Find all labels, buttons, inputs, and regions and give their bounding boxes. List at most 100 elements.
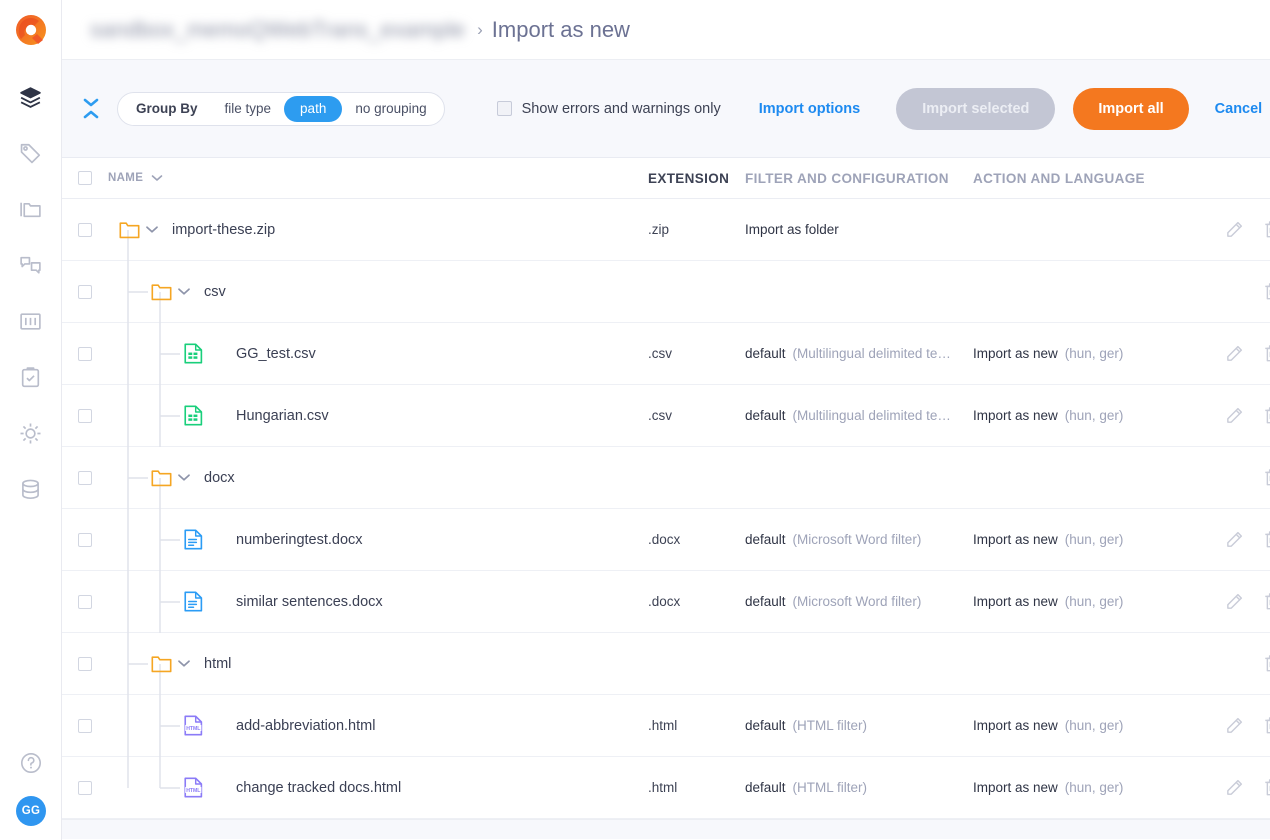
group-by-option-path[interactable]: path: [284, 96, 342, 122]
row-tools: [1223, 653, 1270, 675]
row-delete-trash-icon[interactable]: [1261, 467, 1270, 489]
row-checkbox[interactable]: [78, 223, 92, 237]
row-edit-pencil-icon[interactable]: [1223, 343, 1245, 365]
row-filter-main: default: [745, 780, 786, 795]
table-row[interactable]: csv: [62, 261, 1270, 323]
row-edit-pencil-icon[interactable]: [1223, 405, 1245, 427]
sidebar-item-tasks[interactable]: [14, 360, 48, 394]
table-row[interactable]: GG_test.csv.csvdefault(Multilingual deli…: [62, 323, 1270, 385]
row-checkbox[interactable]: [78, 719, 92, 733]
row-edit-pencil-icon[interactable]: [1223, 777, 1245, 799]
row-action-language[interactable]: Import as new(hun, ger): [973, 718, 1223, 733]
row-expand-chevron-down-icon[interactable]: [172, 287, 196, 296]
table-row[interactable]: docx: [62, 447, 1270, 509]
row-filter-config[interactable]: default (Multilingual delimited te…: [745, 408, 973, 423]
row-checkbox[interactable]: [78, 781, 92, 795]
show-errors-checkbox-row[interactable]: Show errors and warnings only: [497, 101, 721, 117]
name-cell: docx: [108, 447, 648, 508]
row-delete-trash-icon[interactable]: [1261, 343, 1270, 365]
row-checkbox[interactable]: [78, 533, 92, 547]
row-action-language[interactable]: Import as new(hun, ger): [973, 780, 1223, 795]
row-select-cell: [62, 471, 108, 485]
row-action-language[interactable]: Import as new(hun, ger): [973, 532, 1223, 547]
row-checkbox[interactable]: [78, 347, 92, 361]
row-checkbox[interactable]: [78, 409, 92, 423]
memoq-logo[interactable]: [13, 12, 49, 48]
svg-text:HTML: HTML: [186, 726, 200, 732]
show-errors-checkbox[interactable]: [497, 101, 512, 116]
sidebar-item-projects[interactable]: [14, 80, 48, 114]
row-extension: .csv: [648, 408, 745, 423]
row-action-language[interactable]: Import as new(hun, ger): [973, 594, 1223, 609]
row-action-language[interactable]: Import as new(hun, ger): [973, 408, 1223, 423]
row-edit-pencil-icon[interactable]: [1223, 219, 1245, 241]
row-delete-trash-icon[interactable]: [1261, 529, 1270, 551]
row-filter-config[interactable]: default(Microsoft Word filter): [745, 532, 973, 547]
name-cell: similar sentences.docx: [108, 571, 648, 632]
row-expand-chevron-down-icon[interactable]: [140, 225, 164, 234]
row-action-language[interactable]: Import as new(hun, ger): [973, 346, 1223, 361]
row-delete-trash-icon[interactable]: [1261, 653, 1270, 675]
row-delete-trash-icon[interactable]: [1261, 219, 1270, 241]
import-options-button[interactable]: Import options: [759, 101, 861, 117]
sidebar-item-discussions[interactable]: [14, 248, 48, 282]
name-cell: HTMLchange tracked docs.html: [108, 757, 648, 818]
row-tools: [1223, 405, 1270, 427]
csv-file-icon: [182, 405, 204, 427]
row-filter-sub: (HTML filter): [793, 718, 868, 733]
sidebar-item-storage[interactable]: [14, 472, 48, 506]
row-filter-config[interactable]: default(HTML filter): [745, 718, 973, 733]
row-filter-config[interactable]: default(Multilingual delimited te…: [745, 346, 973, 361]
avatar[interactable]: GG: [16, 796, 46, 826]
table-row[interactable]: HTMLchange tracked docs.html.htmldefault…: [62, 757, 1270, 819]
select-all-checkbox[interactable]: [78, 171, 92, 185]
sidebar-item-settings[interactable]: [14, 416, 48, 450]
avatar-initials: GG: [22, 805, 41, 817]
row-tools: [1223, 281, 1270, 303]
help-icon[interactable]: [14, 746, 48, 780]
breadcrumb-parent[interactable]: sandbox_memoQWebTrans_example: [90, 17, 465, 43]
row-edit-pencil-icon[interactable]: [1223, 715, 1245, 737]
row-filter-config[interactable]: default(HTML filter): [745, 780, 973, 795]
sidebar-item-tags[interactable]: [14, 136, 48, 170]
table-row[interactable]: import-these.zip.zipImport as folder: [62, 199, 1270, 261]
import-all-button[interactable]: Import all: [1073, 88, 1188, 130]
row-edit-pencil-icon[interactable]: [1223, 591, 1245, 613]
cancel-button[interactable]: Cancel: [1215, 101, 1263, 117]
row-filter-config[interactable]: Import as folder: [745, 222, 973, 237]
row-delete-trash-icon[interactable]: [1261, 281, 1270, 303]
row-delete-trash-icon[interactable]: [1261, 591, 1270, 613]
row-name-label: html: [204, 656, 231, 672]
sort-chevron-down-icon[interactable]: [151, 174, 163, 182]
table-row[interactable]: HTMLadd-abbreviation.html.htmldefault(HT…: [62, 695, 1270, 757]
column-header-name[interactable]: NAME: [108, 158, 648, 198]
row-filter-main: default: [745, 408, 786, 423]
table-row[interactable]: html: [62, 633, 1270, 695]
table-row[interactable]: similar sentences.docx.docxdefault(Micro…: [62, 571, 1270, 633]
rail-icon-list: [14, 80, 48, 506]
group-by-option-no-grouping[interactable]: no grouping: [342, 96, 439, 122]
table-row[interactable]: Hungarian.csv.csvdefault(Multilingual de…: [62, 385, 1270, 447]
row-checkbox[interactable]: [78, 471, 92, 485]
row-expand-chevron-down-icon[interactable]: [172, 659, 196, 668]
row-delete-trash-icon[interactable]: [1261, 777, 1270, 799]
row-delete-trash-icon[interactable]: [1261, 405, 1270, 427]
row-action-languages: (hun, ger): [1065, 718, 1124, 733]
row-filter-config[interactable]: default(Microsoft Word filter): [745, 594, 973, 609]
row-checkbox[interactable]: [78, 285, 92, 299]
row-name-label: docx: [204, 470, 235, 486]
row-checkbox[interactable]: [78, 657, 92, 671]
sidebar-item-resources[interactable]: [14, 192, 48, 226]
row-checkbox[interactable]: [78, 595, 92, 609]
sidebar-item-corpora[interactable]: [14, 304, 48, 338]
collapse-all-toggle-icon[interactable]: [82, 92, 100, 126]
row-select-cell: [62, 595, 108, 609]
row-filter-sub: (Multilingual delimited te…: [793, 408, 951, 423]
column-header-action: ACTION AND LANGUAGE: [973, 171, 1223, 186]
import-selected-button[interactable]: Import selected: [896, 88, 1055, 130]
row-edit-pencil-icon[interactable]: [1223, 529, 1245, 551]
row-delete-trash-icon[interactable]: [1261, 715, 1270, 737]
table-row[interactable]: numberingtest.docx.docxdefault(Microsoft…: [62, 509, 1270, 571]
row-expand-chevron-down-icon[interactable]: [172, 473, 196, 482]
group-by-option-file-type[interactable]: file type: [212, 96, 285, 122]
